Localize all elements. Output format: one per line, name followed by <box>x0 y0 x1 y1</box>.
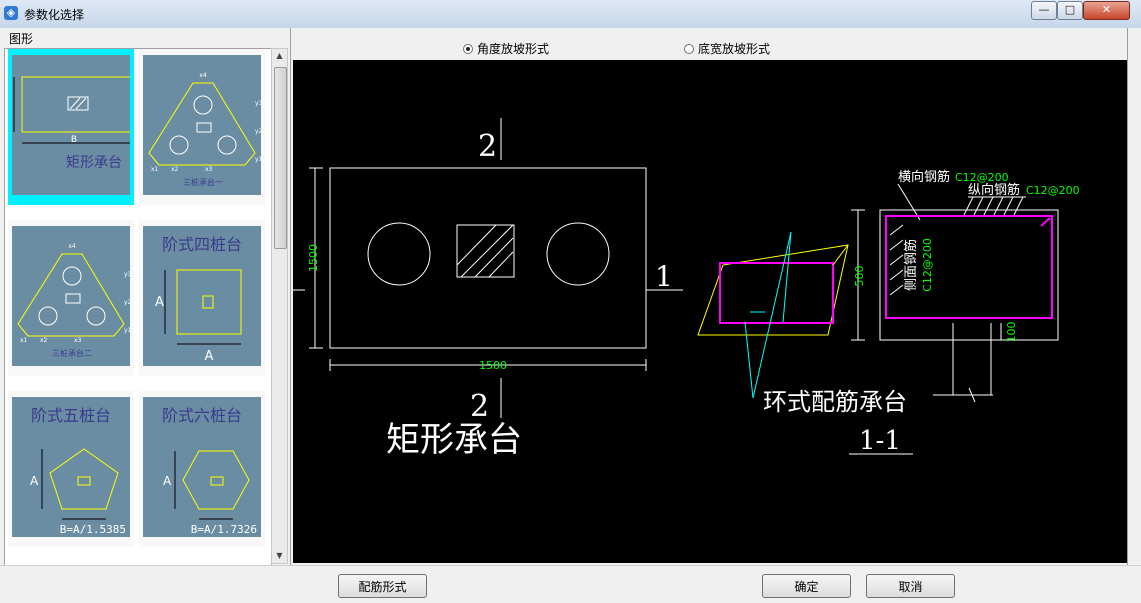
thumbnail-scrollbar[interactable]: ▲ ▼ <box>271 48 288 564</box>
ring-title: 环式配筋承台 <box>763 388 907 416</box>
thumb-dim-label: A <box>30 474 39 488</box>
app-icon: ◈ <box>4 6 18 20</box>
thumb-dim-label: x2 <box>40 337 48 344</box>
thumb-stepped-six-pile[interactable]: 阶式六桩台 A B=A/1.7326 <box>139 391 265 547</box>
slope-options: 角度放坡形式 底宽放坡形式 <box>291 28 1127 58</box>
maximize-button[interactable]: □ <box>1057 1 1083 20</box>
label-side-value: C12@200 <box>921 238 934 292</box>
stepped-four-pile-preview: 阶式四桩台 A A <box>155 235 242 364</box>
thumb-rect-cap[interactable]: B 矩形承台 <box>8 49 134 205</box>
rebar-form-button[interactable]: 配筋形式 <box>338 574 427 598</box>
rect-cap-preview: B 矩形承台 <box>13 76 133 171</box>
label-longitudinal: 纵向钢筋 <box>968 182 1020 198</box>
thumb-dim-label: x3 <box>74 337 82 344</box>
dim-100: 100 <box>1005 322 1018 343</box>
thumb-dim-label: y2 <box>255 128 261 135</box>
thumb-dim-label: x3 <box>205 166 213 173</box>
plan-outline <box>329 167 647 349</box>
plan-title: 矩形承台 <box>386 420 522 460</box>
footer-bar: 配筋形式 确定 取消 <box>0 565 1141 603</box>
radio-width-slope[interactable]: 底宽放坡形式 <box>684 40 770 57</box>
thumb-dim-label: y3 <box>255 100 261 107</box>
label-side: 侧面钢筋 <box>903 239 919 291</box>
scroll-up-icon[interactable]: ▲ <box>272 49 287 63</box>
thumb-dim-label: y1 <box>124 327 130 334</box>
thumb-title: 阶式五桩台 <box>31 406 111 425</box>
title-bar: ◈ 参数化选择 — □ ✕ <box>0 0 1141 29</box>
section-title: 1-1 <box>859 426 901 456</box>
stepped-six-pile-preview: 阶式六桩台 A B=A/1.7326 <box>162 406 257 536</box>
label-longitudinal-value: C12@200 <box>1026 184 1080 197</box>
cad-drawing: 2 1 1500 1500 2 矩形承台 横向钢筋 C12@200 纵向钢筋 C… <box>293 118 1080 460</box>
thumb-three-pile-2[interactable]: x4 x1 x2 x3 y1 y2 y3 三桩承台二 <box>8 220 134 376</box>
three-pile-1-preview: x4 x1 x2 x3 y1 y2 y3 三桩承台一 <box>148 72 263 187</box>
thumbnail-list: B 矩形承台 x4 x1 x2 x3 y1 y2 <box>4 48 272 566</box>
minimize-button[interactable]: — <box>1031 1 1057 20</box>
section-mark-top: 2 <box>478 129 497 164</box>
thumb-title: 矩形承台 <box>66 155 122 171</box>
thumb-dim-label: A <box>155 295 164 310</box>
thumb-title: 三桩承台一 <box>183 177 223 187</box>
thumb-dim-label: A <box>205 349 214 364</box>
dim-500: 500 <box>853 266 866 287</box>
window-title: 参数化选择 <box>24 8 85 22</box>
stepped-five-pile-preview: 阶式五桩台 A B=A/1.5385 <box>30 406 126 536</box>
group-label: 图形 <box>9 32 34 46</box>
thumb-title: 阶式六桩台 <box>162 406 242 425</box>
thumb-three-pile-1[interactable]: x4 x1 x2 x3 y1 y2 y3 三桩承台一 <box>139 49 265 205</box>
dim-width: 1500 <box>479 359 507 372</box>
label-transverse: 横向钢筋 <box>898 169 950 185</box>
thumb-dim-label: y3 <box>124 271 130 278</box>
right-border <box>1127 28 1141 565</box>
thumb-stepped-four-pile[interactable]: 阶式四桩台 A A <box>139 220 265 376</box>
thumb-dim-label: x1 <box>151 166 159 173</box>
section-mark-side: 1 <box>655 260 673 293</box>
thumb-title: 阶式四桩台 <box>162 235 242 254</box>
radio-label: 底宽放坡形式 <box>698 42 771 56</box>
scroll-down-icon[interactable]: ▼ <box>272 549 287 563</box>
radio-label: 角度放坡形式 <box>477 42 550 56</box>
radio-unchecked-icon[interactable] <box>684 43 694 54</box>
thumb-dim-label: y2 <box>124 299 130 306</box>
dim-height: 1500 <box>307 244 320 272</box>
cancel-button[interactable]: 取消 <box>866 574 955 598</box>
thumb-stepped-five-pile[interactable]: 阶式五桩台 A B=A/1.5385 <box>8 391 134 547</box>
thumb-dim-label: B=A/1.7326 <box>191 523 257 536</box>
three-pile-2-preview: x4 x1 x2 x3 y1 y2 y3 三桩承台二 <box>17 243 132 358</box>
thumb-dim-label: A <box>163 474 172 488</box>
preview-canvas: 2 1 1500 1500 2 矩形承台 横向钢筋 C12@200 纵向钢筋 C… <box>293 60 1127 563</box>
shape-panel: 图形 B 矩形承台 x4 x1 x2 x3 y y y 三桩承台一 x4 x1 … <box>0 28 291 566</box>
thumb-title: 三桩承台二 <box>52 348 92 358</box>
thumb-dim-label: x4 <box>199 72 207 79</box>
scroll-thumb[interactable] <box>274 67 287 249</box>
ok-button[interactable]: 确定 <box>762 574 851 598</box>
radio-checked-icon[interactable] <box>463 43 473 54</box>
thumb-dim-label: B=A/1.5385 <box>60 523 126 536</box>
close-button[interactable]: ✕ <box>1083 1 1130 20</box>
thumb-dim-label: y1 <box>255 156 261 163</box>
thumb-dim-label: x4 <box>68 243 76 250</box>
section-mark-bottom: 2 <box>470 389 489 424</box>
thumb-dim-label: x1 <box>20 337 28 344</box>
radio-angle-slope[interactable]: 角度放坡形式 <box>463 40 549 57</box>
thumb-dim-label: B <box>71 135 77 145</box>
thumb-dim-label: x2 <box>171 166 179 173</box>
